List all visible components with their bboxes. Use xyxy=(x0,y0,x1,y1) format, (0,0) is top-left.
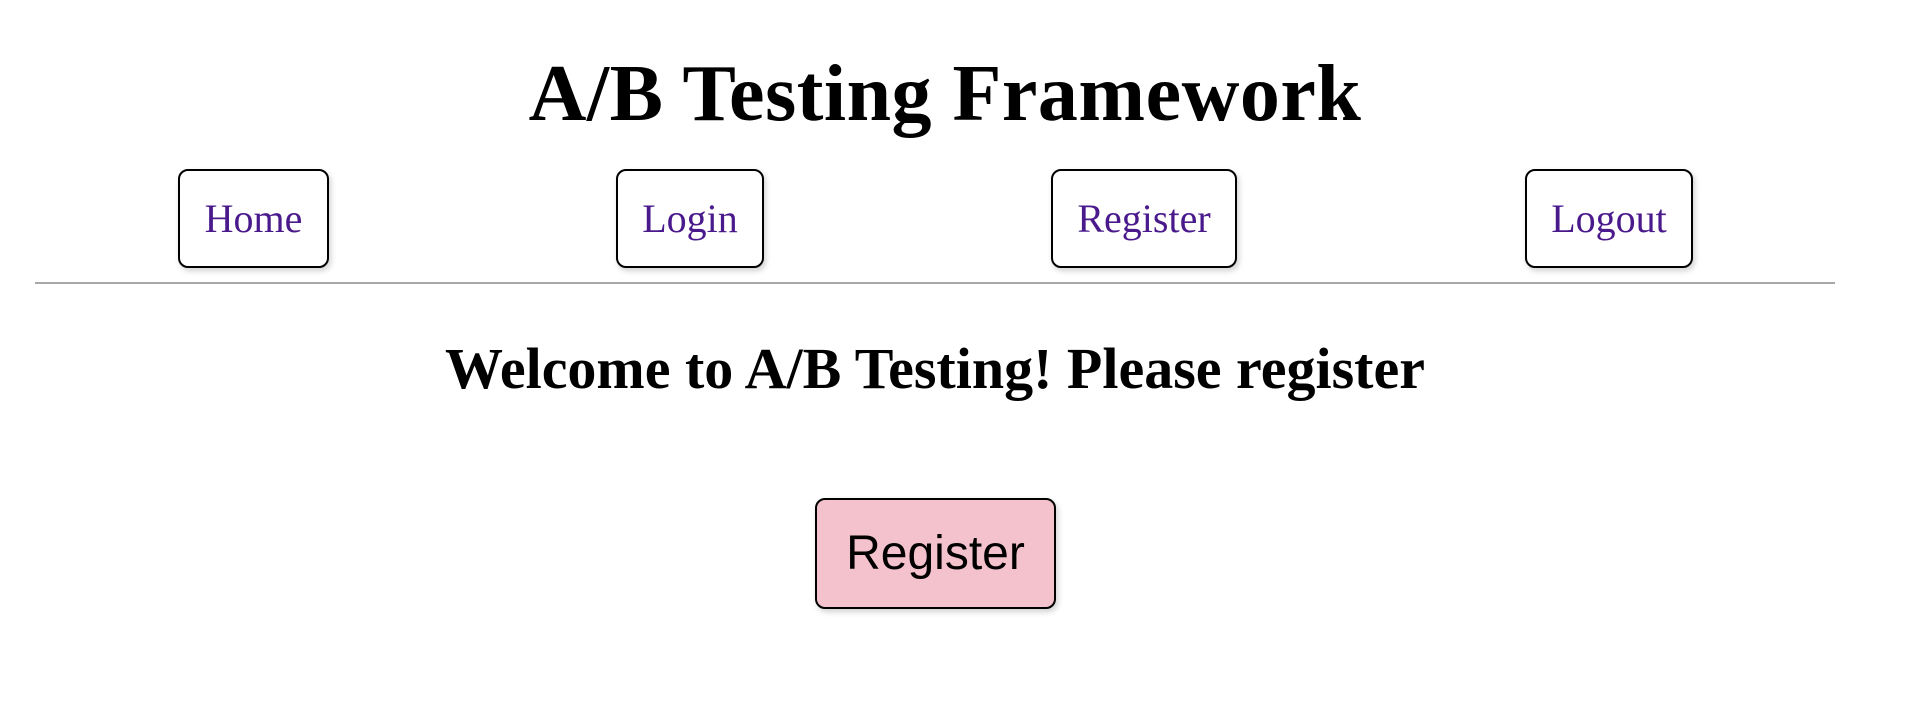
nav-login-link[interactable]: Login xyxy=(616,169,764,268)
divider xyxy=(35,282,1835,284)
nav-home-link[interactable]: Home xyxy=(178,169,329,268)
app-title: A/B Testing Framework xyxy=(528,50,1362,138)
welcome-heading: Welcome to A/B Testing! Please register xyxy=(445,336,1425,401)
nav-register-link[interactable]: Register xyxy=(1051,169,1237,268)
nav-logout-link[interactable]: Logout xyxy=(1525,169,1693,268)
register-button[interactable]: Register xyxy=(815,498,1056,609)
page: A/B Testing Framework Home Login Registe… xyxy=(0,0,1922,706)
